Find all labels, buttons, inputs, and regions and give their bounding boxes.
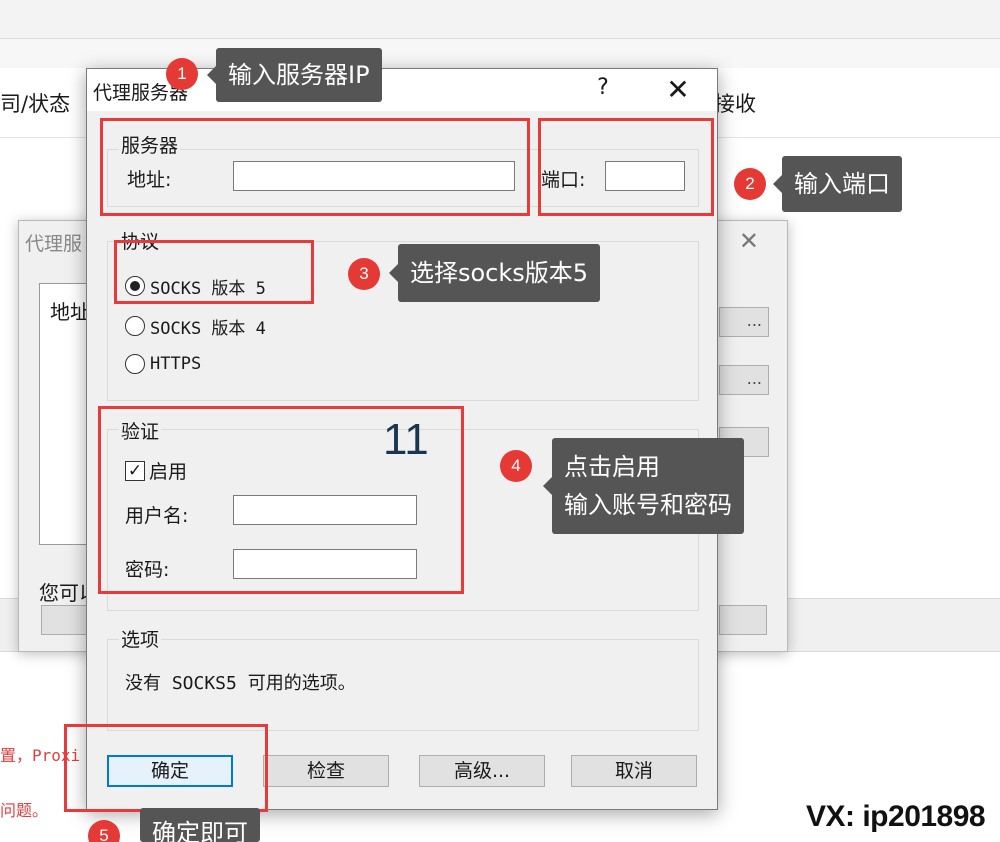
radio-https-label: HTTPS: [150, 354, 202, 374]
background-header: [0, 38, 1000, 68]
step-badge-4: 4: [500, 450, 532, 482]
radio-socks4[interactable]: SOCKS 版本 4: [125, 313, 266, 339]
highlight-protocol-box: [114, 240, 314, 304]
watermark: VX: ip201898: [806, 800, 986, 833]
proxy-list-button-1[interactable]: ...: [719, 307, 769, 337]
radio-socks4-indicator[interactable]: [125, 316, 145, 336]
proxy-list-window-title: 代理服: [25, 233, 83, 255]
step-badge-1: 1: [166, 58, 198, 90]
radio-socks4-label: SOCKS 版本 4: [150, 318, 266, 339]
cancel-button[interactable]: 取消: [571, 755, 697, 787]
help-icon[interactable]: ?: [589, 75, 617, 100]
step-tip-1: 输入服务器IP: [207, 48, 382, 102]
step-tip-2: 输入端口: [773, 156, 902, 212]
step-tip-4-line-2: 输入账号和密码: [564, 491, 732, 519]
check-button[interactable]: 检查: [263, 755, 389, 787]
proxy-list-bottom-button-right[interactable]: [719, 605, 767, 635]
step-badge-5: 5: [88, 820, 120, 842]
radio-https-indicator[interactable]: [125, 354, 145, 374]
highlight-auth-box: [98, 406, 464, 594]
step-tip-3: 选择socks版本5: [388, 244, 601, 302]
highlight-ok-box: [64, 724, 268, 812]
radio-https[interactable]: HTTPS: [125, 351, 201, 377]
step-badge-3: 3: [348, 258, 380, 290]
options-text: 没有 SOCKS5 可用的选项。: [125, 673, 356, 694]
background-red-text-2: 问题。: [0, 801, 49, 820]
step-tip-4: 点击启用 输入账号和密码: [543, 438, 744, 534]
column-header-received[interactable]: 接收: [714, 88, 756, 118]
highlight-port-box: [538, 118, 714, 216]
proxy-list-close-icon[interactable]: ✕: [739, 227, 759, 255]
options-group-label: 选项: [119, 625, 162, 652]
close-icon[interactable]: ✕: [661, 73, 695, 106]
highlight-address-box: [100, 118, 530, 216]
background-toolbar: [0, 0, 1000, 38]
column-header-status[interactable]: 司/状态: [0, 88, 70, 118]
step-badge-2: 2: [734, 168, 766, 200]
step-tip-5: 确定即可: [140, 808, 260, 842]
proxy-list-header-address: 地址: [50, 300, 90, 324]
advanced-button[interactable]: 高级...: [419, 755, 545, 787]
proxy-list-bottom-button[interactable]: [41, 605, 87, 635]
proxy-list-button-2[interactable]: ...: [719, 365, 769, 395]
step-tip-4-line-1: 点击启用: [564, 453, 660, 481]
